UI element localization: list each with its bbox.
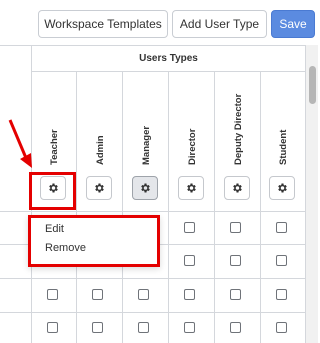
red-arrow-icon <box>8 119 32 168</box>
